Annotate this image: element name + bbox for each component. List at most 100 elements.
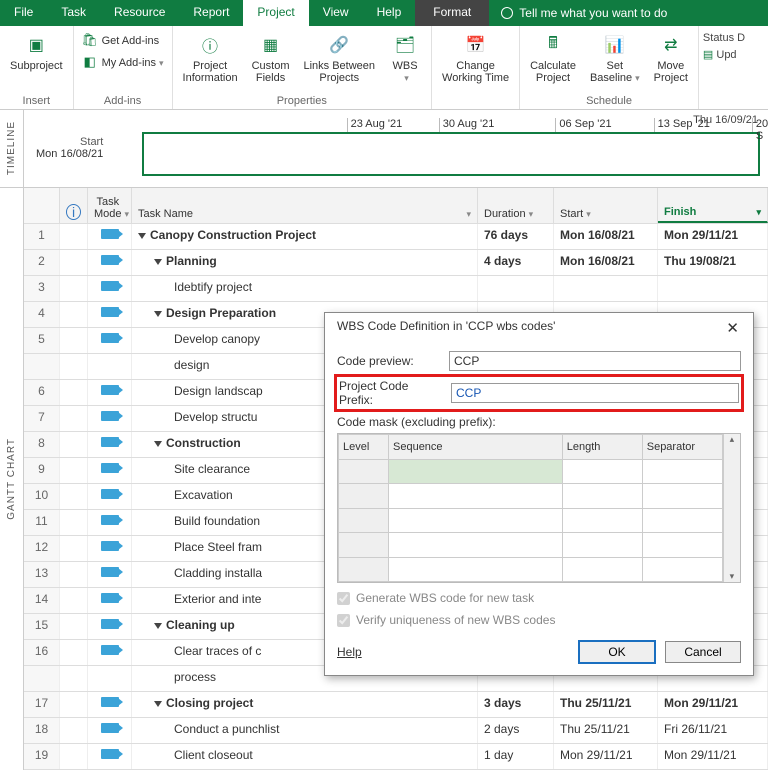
- table-row[interactable]: 17Closing project3 daysThu 25/11/21Mon 2…: [24, 692, 768, 718]
- project-code-prefix-row: Project Code Prefix:: [337, 377, 741, 409]
- calendar-icon: 📅: [463, 32, 489, 58]
- timeline-start: Start Mon 16/08/21: [36, 136, 103, 160]
- task-name-cell[interactable]: Client closeout: [132, 744, 478, 769]
- timeline-tick: 06 Sep '21: [555, 118, 611, 132]
- menu-format[interactable]: Format: [415, 0, 489, 26]
- task-name-cell[interactable]: Conduct a punchlist: [132, 718, 478, 743]
- menu-task[interactable]: Task: [47, 0, 100, 26]
- timeline-panel: TIMELINE Thu 16/09/21 Start Mon 16/08/21…: [0, 110, 768, 188]
- menu-project[interactable]: Project: [243, 0, 308, 26]
- task-mode-icon: [101, 723, 119, 733]
- code-mask-label: Code mask (excluding prefix):: [337, 415, 741, 429]
- cancel-button[interactable]: Cancel: [665, 641, 741, 663]
- ribbon-group-changewt: 📅 Change Working Time: [432, 26, 520, 109]
- task-name-cell[interactable]: Canopy Construction Project: [132, 224, 478, 249]
- task-mode-icon: [101, 385, 119, 395]
- my-addins-button[interactable]: ◧ My Add-ins▾: [80, 52, 166, 72]
- wbs-icon: 🗂: [392, 32, 418, 58]
- change-working-time-button[interactable]: 📅 Change Working Time: [438, 30, 513, 86]
- subproject-icon: ▣: [23, 32, 49, 58]
- menu-file[interactable]: File: [0, 0, 47, 26]
- task-mode-icon: [101, 593, 119, 603]
- dialog-titlebar: WBS Code Definition in 'CCP wbs codes' ✕: [325, 313, 753, 343]
- tell-me[interactable]: Tell me what you want to do: [489, 0, 768, 26]
- help-link[interactable]: Help: [337, 645, 362, 659]
- ribbon-right-cut: Status D ▤ Upd: [699, 26, 749, 109]
- wbs-code-dialog: WBS Code Definition in 'CCP wbs codes' ✕…: [324, 312, 754, 676]
- dialog-close-button[interactable]: ✕: [722, 319, 743, 337]
- links-icon: 🔗: [326, 32, 352, 58]
- task-mode-icon: [101, 307, 119, 317]
- move-icon: ⇄: [658, 32, 684, 58]
- table-row[interactable]: 19Client closeout1 dayMon 29/11/21Mon 29…: [24, 744, 768, 770]
- calculate-icon: 🖩: [540, 32, 566, 58]
- timeline-label-strip: TIMELINE: [0, 110, 24, 187]
- ribbon-group-insert: ▣ Subproject Insert: [0, 26, 74, 109]
- update-project-label: Upd: [716, 49, 736, 61]
- timeline-tick: 20 S: [752, 118, 768, 132]
- info-icon: ⓘ: [197, 32, 223, 58]
- links-between-projects-button[interactable]: 🔗 Links Between Projects: [299, 30, 379, 86]
- ribbon-group-properties: ⓘ Project Information ▦ Custom Fields 🔗 …: [173, 26, 432, 109]
- task-mode-icon: [101, 489, 119, 499]
- task-name-cell[interactable]: Planning: [132, 250, 478, 275]
- menu-view[interactable]: View: [309, 0, 363, 26]
- ribbon-group-addins: 🛍 Get Add-ins ◧ My Add-ins▾ Add-ins: [74, 26, 173, 109]
- timeline-tick: 13 Sep '21: [654, 118, 710, 132]
- bulb-icon: [501, 7, 513, 19]
- subproject-button[interactable]: ▣ Subproject: [6, 30, 67, 74]
- table-row[interactable]: 2Planning4 daysMon 16/08/21Thu 19/08/21: [24, 250, 768, 276]
- task-mode-icon: [101, 515, 119, 525]
- task-mode-icon: [101, 619, 119, 629]
- col-duration[interactable]: Duration▾: [478, 188, 554, 223]
- table-row[interactable]: 1Canopy Construction Project76 daysMon 1…: [24, 224, 768, 250]
- project-information-button[interactable]: ⓘ Project Information: [179, 30, 242, 86]
- code-mask-table[interactable]: Level Sequence Length Separator ▴▾: [337, 433, 741, 583]
- calculate-project-button[interactable]: 🖩 Calculate Project: [526, 30, 580, 86]
- task-name-cell[interactable]: Idebtify project: [132, 276, 478, 301]
- menu-report[interactable]: Report: [179, 0, 243, 26]
- status-date-label: Status D: [703, 32, 745, 44]
- tell-me-label: Tell me what you want to do: [519, 6, 667, 20]
- dialog-title: WBS Code Definition in 'CCP wbs codes': [337, 319, 555, 337]
- task-mode-icon: [101, 645, 119, 655]
- verify-uniqueness-checkbox[interactable]: Verify uniqueness of new WBS codes: [337, 613, 741, 627]
- col-finish[interactable]: Finish▾: [658, 188, 768, 223]
- timeline-bar[interactable]: 23 Aug '2130 Aug '2106 Sep '2113 Sep '21…: [142, 132, 760, 176]
- project-code-prefix-input[interactable]: [451, 383, 739, 403]
- gantt-chart-label-strip: GANTT CHART: [0, 188, 24, 770]
- wbs-button[interactable]: 🗂 WBS▾: [385, 30, 425, 86]
- info-icon: i: [66, 204, 81, 220]
- generate-wbs-checkbox[interactable]: Generate WBS code for new task: [337, 591, 741, 605]
- move-project-button[interactable]: ⇄ Move Project: [650, 30, 692, 86]
- code-preview-field: CCP: [449, 351, 741, 371]
- table-row[interactable]: 18Conduct a punchlist2 daysThu 25/11/21F…: [24, 718, 768, 744]
- task-mode-icon: [101, 463, 119, 473]
- menu-resource[interactable]: Resource: [100, 0, 179, 26]
- get-addins-button[interactable]: 🛍 Get Add-ins: [80, 30, 166, 50]
- col-start[interactable]: Start▾: [554, 188, 658, 223]
- mask-scrollbar[interactable]: ▴▾: [723, 434, 740, 582]
- set-baseline-button[interactable]: 📊 Set Baseline▾: [586, 30, 644, 86]
- store-icon: 🛍: [82, 32, 98, 48]
- addins-icon: ◧: [82, 54, 98, 70]
- task-mode-icon: [101, 567, 119, 577]
- col-task-name[interactable]: Task Name▾: [132, 188, 478, 223]
- task-mode-icon: [101, 333, 119, 343]
- menubar: File Task Resource Report Project View H…: [0, 0, 768, 26]
- col-info[interactable]: i: [60, 188, 88, 223]
- task-name-cell[interactable]: Closing project: [132, 692, 478, 717]
- baseline-icon: 📊: [602, 32, 628, 58]
- task-mode-icon: [101, 281, 119, 291]
- menu-help[interactable]: Help: [363, 0, 416, 26]
- table-row[interactable]: 3Idebtify project: [24, 276, 768, 302]
- col-task-mode[interactable]: Task Mode▾: [88, 188, 132, 223]
- task-mode-icon: [101, 697, 119, 707]
- ok-button[interactable]: OK: [579, 641, 655, 663]
- fields-icon: ▦: [258, 32, 284, 58]
- ribbon-group-schedule: 🖩 Calculate Project 📊 Set Baseline▾ ⇄ Mo…: [520, 26, 699, 109]
- task-mode-icon: [101, 437, 119, 447]
- code-preview-label: Code preview:: [337, 354, 441, 368]
- custom-fields-button[interactable]: ▦ Custom Fields: [248, 30, 294, 86]
- timeline-tick: 30 Aug '21: [439, 118, 495, 132]
